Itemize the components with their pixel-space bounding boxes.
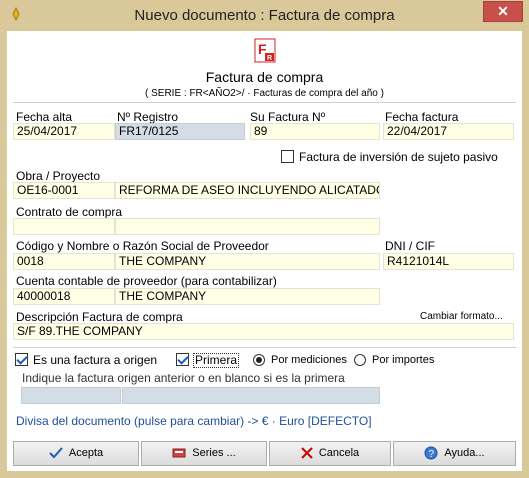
- inversion-label: Factura de inversión de sujeto pasivo: [299, 150, 498, 164]
- dialog-body: F R Factura de compra ( SERIE : FR<AÑO2>…: [7, 31, 522, 471]
- close-button[interactable]: ✕: [483, 1, 523, 22]
- su-factura-field[interactable]: 89: [250, 123, 380, 140]
- proveedor-name-field[interactable]: THE COMPANY: [115, 253, 380, 270]
- contrato-name-field[interactable]: [115, 218, 380, 235]
- radio-importes-label: Por importes: [372, 354, 435, 366]
- cambiar-formato-link[interactable]: Cambiar formato...: [420, 311, 503, 322]
- obra-code-field[interactable]: OE16-0001: [13, 182, 115, 199]
- es-origen-label: Es una factura a origen: [33, 353, 158, 367]
- proveedor-code-field[interactable]: 0018: [13, 253, 115, 270]
- series-button[interactable]: Series ...: [141, 441, 267, 466]
- document-title: Factura de compra: [205, 69, 324, 85]
- ayuda-label: Ayuda...: [444, 447, 485, 459]
- registro-label: Nº Registro: [117, 110, 179, 124]
- cuenta-name-field[interactable]: THE COMPANY: [115, 288, 380, 305]
- cuenta-code-field[interactable]: 40000018: [13, 288, 115, 305]
- fecha-factura-field[interactable]: 22/04/2017: [383, 123, 514, 140]
- svg-text:?: ?: [429, 449, 435, 460]
- title-bar: Nuevo documento : Factura de compra ✕: [0, 0, 529, 31]
- obra-name-field[interactable]: REFORMA DE ASEO INCLUYENDO ALICATADO: [115, 182, 380, 199]
- logo-sub: R: [267, 55, 272, 62]
- separator: [13, 347, 516, 348]
- acepta-button[interactable]: Acepta: [13, 441, 139, 466]
- help-icon: ?: [424, 446, 438, 460]
- serie-info: ( SERIE : FR<AÑO2>/ · Facturas de compra…: [145, 88, 384, 99]
- fecha-alta-field[interactable]: 25/04/2017: [13, 123, 115, 140]
- es-origen-checkbox[interactable]: [15, 353, 28, 366]
- proveedor-label: Código y Nombre o Razón Social de Provee…: [16, 239, 269, 253]
- radio-importes[interactable]: [354, 354, 366, 366]
- cancela-button[interactable]: Cancela: [269, 441, 391, 466]
- separator: [13, 102, 516, 103]
- fecha-alta-label: Fecha alta: [16, 110, 73, 124]
- dni-label: DNI / CIF: [385, 239, 435, 253]
- cancela-label: Cancela: [318, 447, 360, 459]
- dni-field[interactable]: R4121014L: [383, 253, 514, 270]
- radio-mediciones-label: Por mediciones: [271, 354, 347, 366]
- obra-label: Obra / Proyecto: [16, 169, 101, 183]
- acepta-label: Acepta: [68, 447, 104, 459]
- ayuda-button[interactable]: ? Ayuda...: [393, 441, 516, 466]
- check-icon: [49, 447, 63, 459]
- descripcion-field[interactable]: S/F 89.THE COMPANY: [13, 323, 514, 340]
- series-icon: [172, 448, 186, 458]
- inversion-checkbox[interactable]: [281, 150, 294, 163]
- fecha-factura-label: Fecha factura: [385, 110, 459, 124]
- radio-mediciones[interactable]: [253, 354, 265, 366]
- contrato-label: Contrato de compra: [16, 205, 123, 219]
- primera-checkbox[interactable]: [176, 353, 189, 366]
- su-factura-label: Su Factura Nº: [250, 110, 326, 124]
- registro-field: FR17/0125: [115, 123, 245, 140]
- primera-label: Primera: [193, 353, 240, 368]
- contrato-code-field[interactable]: [13, 218, 115, 235]
- origen-code-field: [21, 387, 121, 404]
- origen-name-field: [122, 387, 380, 404]
- descripcion-label: Descripción Factura de compra: [16, 310, 183, 324]
- origen-hint: Indique la factura origen anterior o en …: [22, 371, 345, 385]
- window-title: Nuevo documento : Factura de compra: [134, 7, 395, 24]
- divisa-link[interactable]: Divisa del documento (pulse para cambiar…: [16, 414, 372, 428]
- cancel-icon: [301, 447, 313, 459]
- cuenta-label: Cuenta contable de proveedor (para conta…: [16, 274, 277, 288]
- invoice-logo-icon: F R: [254, 38, 276, 63]
- series-label: Series ...: [192, 447, 236, 459]
